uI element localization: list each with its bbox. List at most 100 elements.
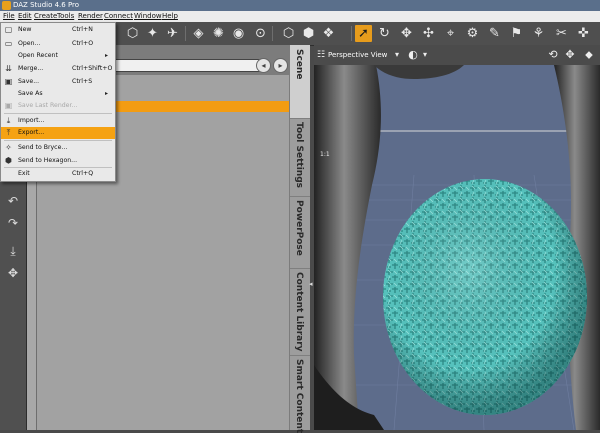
menu-separator — [4, 140, 112, 141]
menu-item-label: New — [18, 26, 32, 33]
window-title: DAZ Studio 4.6 Pro — [13, 1, 80, 9]
menu-help[interactable]: Help — [162, 12, 178, 20]
frame-selection-icon[interactable]: ✥ — [5, 265, 21, 281]
submenu-arrow-icon: ▸ — [105, 52, 109, 59]
menu-edit[interactable]: Edit — [18, 12, 32, 20]
render-icon[interactable]: ⊙ — [252, 25, 269, 42]
create-cube-icon[interactable]: ⬡ — [124, 25, 141, 42]
sphere-shading — [383, 179, 587, 415]
surface-tool-icon[interactable]: ✎ — [486, 25, 503, 42]
tab-tool-settings-label: Tool Settings — [294, 122, 304, 189]
menu-item-import[interactable]: ⤓ Import... — [1, 115, 115, 127]
menu-item-label: Open Recent — [18, 52, 58, 59]
bryce-icon: ✧ — [5, 143, 12, 152]
menu-file[interactable]: File — [3, 12, 15, 20]
geometry-tool-icon[interactable]: ⚑ — [508, 25, 525, 42]
menu-item-shortcut: Ctrl+O — [72, 40, 94, 47]
zoom-camera-icon[interactable]: ⬥ — [582, 47, 596, 63]
rotate-tool-icon[interactable]: ↻ — [376, 25, 393, 42]
menu-item-export[interactable]: ⤒ Export... — [1, 127, 115, 139]
select-tool-icon[interactable]: ➚ — [355, 25, 372, 42]
menu-item-send-to-bryce[interactable]: ✧ Send to Bryce... — [1, 142, 115, 154]
frame-label: 1:1 — [320, 151, 330, 158]
scene-search-input[interactable]: ⚲ — [110, 58, 331, 72]
toolbar-separator — [351, 26, 352, 41]
toolbar-separator — [185, 26, 186, 41]
export-icon: ⤒ — [6, 128, 11, 137]
figure-icon[interactable]: ⬢ — [300, 25, 317, 42]
tab-content-library-label: Content Library — [294, 272, 304, 352]
tab-content-library[interactable]: Content Library — [290, 268, 310, 356]
3d-viewport[interactable]: ☷ Perspective View ▾ ◐ ▾ ⟲ ✥ ⬥ 1:1 — [314, 45, 600, 430]
toolbar-separator — [272, 26, 273, 41]
menu-item-label: Save As — [18, 90, 43, 97]
spotlight-icon[interactable]: ◈ — [190, 25, 207, 42]
menu-item-shortcut: Ctrl+Q — [72, 170, 94, 177]
submenu-arrow-icon: ▸ — [105, 90, 109, 97]
menu-item-shortcut: Ctrl+Shift+O — [72, 65, 113, 72]
menu-item-label: Merge... — [18, 65, 44, 72]
menu-item-shortcut: Ctrl+N — [72, 26, 93, 33]
point-light-icon[interactable]: ◉ — [230, 25, 247, 42]
morph-tool-icon[interactable]: ✜ — [575, 25, 592, 42]
menu-item-save-as[interactable]: Save As ▸ — [1, 88, 115, 100]
hexagon-icon: ⬢ — [5, 156, 12, 165]
menu-item-merge[interactable]: ⇊ Merge... Ctrl+Shift+O — [1, 63, 115, 75]
tab-powerpose[interactable]: PowerPose — [290, 196, 310, 269]
redo-icon[interactable]: ↷ — [5, 215, 21, 231]
distant-light-icon[interactable]: ✺ — [210, 25, 227, 42]
menu-item-label: Export... — [18, 129, 45, 136]
region-tool-icon[interactable]: ✂ — [553, 25, 570, 42]
draw-style-dropdown-icon[interactable]: ▾ — [418, 47, 432, 63]
menu-item-label: Send to Bryce... — [18, 144, 68, 151]
node-tool-icon[interactable]: ⌖ — [442, 25, 459, 42]
spot-render-icon[interactable]: ⚘ — [530, 25, 547, 42]
camera-selector[interactable]: Perspective View — [328, 51, 387, 59]
undo-icon[interactable]: ↶ — [5, 193, 21, 209]
file-menu-dropdown: ▢ New Ctrl+N ▭ Open... Ctrl+O Open Recen… — [0, 22, 116, 182]
viewport-menu-icon[interactable]: ☷ — [314, 47, 328, 63]
menu-item-save[interactable]: ▣ Save... Ctrl+S — [1, 76, 115, 88]
primitive-icon[interactable]: ⬡ — [280, 25, 297, 42]
viewport-render[interactable]: 1:1 — [314, 65, 600, 430]
menu-connect[interactable]: Connect — [104, 12, 133, 20]
merge-icon: ⇊ — [5, 64, 12, 73]
menu-item-open-recent[interactable]: Open Recent ▸ — [1, 50, 115, 62]
menu-item-label: Open... — [18, 40, 41, 47]
tab-scene[interactable]: Scene — [290, 45, 310, 119]
menu-item-new[interactable]: ▢ New Ctrl+N — [1, 24, 115, 36]
translate-tool-icon[interactable]: ✥ — [398, 25, 415, 42]
menu-item-label: Save Last Render... — [18, 102, 78, 109]
side-tab-bar: Scene Tool Settings PowerPose Content Li… — [289, 45, 310, 433]
joint-tool-icon[interactable]: ⚙ — [464, 25, 481, 42]
pan-camera-icon[interactable]: ✥ — [563, 47, 577, 63]
title-bar: DAZ Studio 4.6 Pro — [0, 0, 600, 11]
save-render-icon: ▣ — [4, 101, 13, 110]
new-document-icon: ▢ — [4, 25, 13, 34]
import-icon: ⤓ — [6, 116, 11, 125]
menu-window[interactable]: Window — [134, 12, 162, 20]
universal-tool-icon[interactable]: ✣ — [420, 25, 437, 42]
group-icon[interactable]: ❖ — [320, 25, 337, 42]
menu-tools[interactable]: Tools — [57, 12, 74, 20]
previous-button[interactable]: ◂ — [256, 58, 271, 73]
tab-smart-content[interactable]: Smart Content — [290, 355, 310, 433]
orbit-camera-icon[interactable]: ⟲ — [546, 47, 560, 63]
open-folder-icon: ▭ — [4, 39, 13, 48]
camera-dropdown-icon[interactable]: ▾ — [390, 47, 404, 63]
tab-scene-label: Scene — [294, 49, 304, 80]
menu-item-label: Import... — [18, 117, 45, 124]
menu-item-send-to-hexagon[interactable]: ⬢ Send to Hexagon... — [1, 155, 115, 167]
daz-logo-icon — [2, 1, 11, 10]
save-icon: ▣ — [4, 77, 13, 86]
tab-tool-settings[interactable]: Tool Settings — [290, 118, 310, 197]
menu-item-exit[interactable]: Exit Ctrl+Q — [1, 168, 115, 180]
create-camera-icon[interactable]: ✈ — [164, 25, 181, 42]
menu-create[interactable]: Create — [34, 12, 57, 20]
menu-item-label: Send to Hexagon... — [18, 157, 78, 164]
create-light-icon[interactable]: ✦ — [144, 25, 161, 42]
menu-render[interactable]: Render — [78, 12, 103, 20]
menu-item-open[interactable]: ▭ Open... Ctrl+O — [1, 38, 115, 50]
next-button[interactable]: ▸ — [273, 58, 288, 73]
drop-to-floor-icon[interactable]: ⤓ — [5, 243, 21, 259]
